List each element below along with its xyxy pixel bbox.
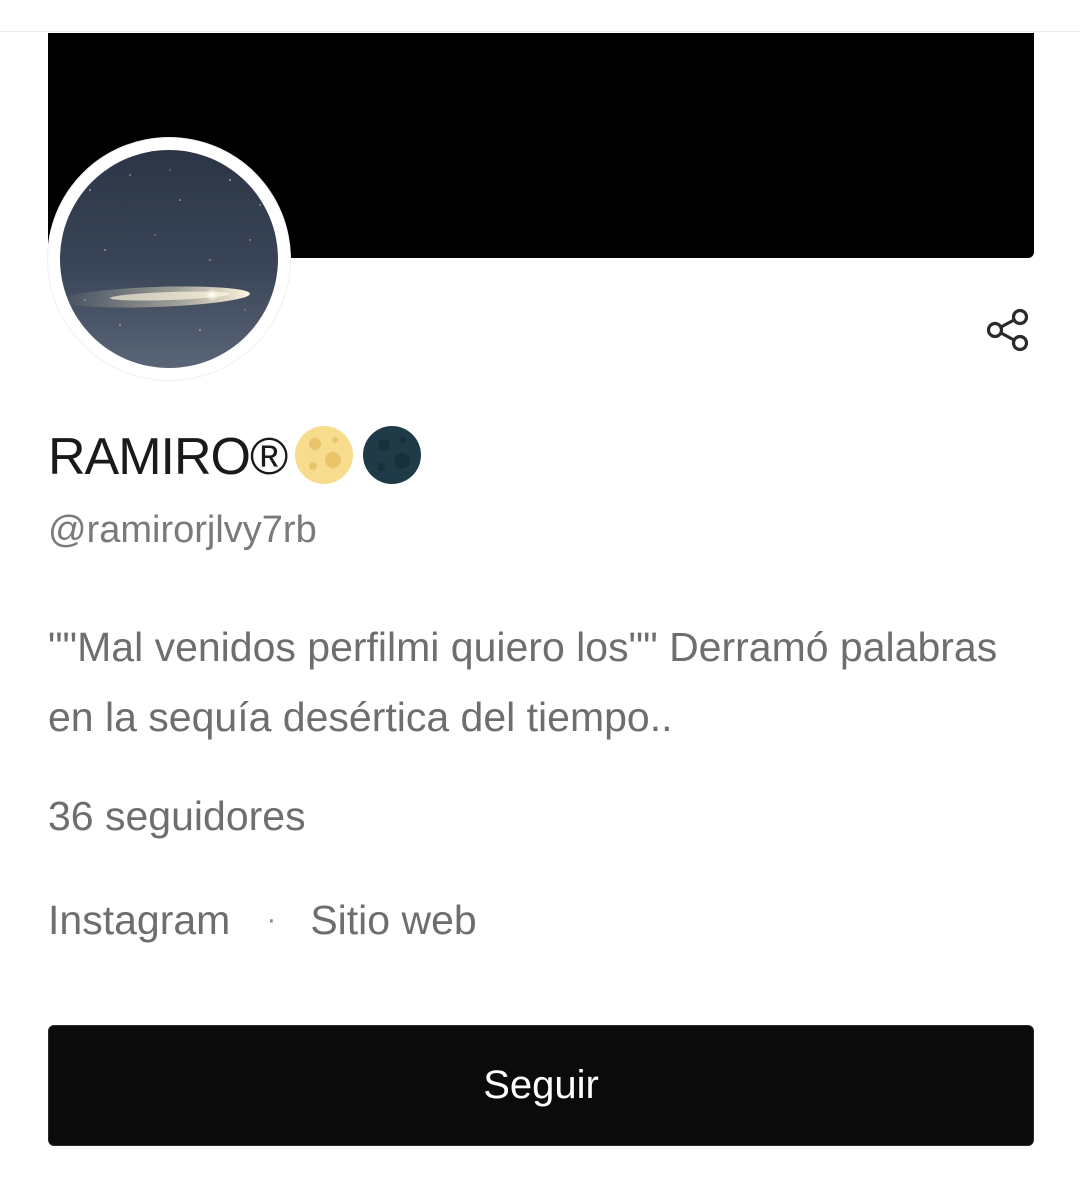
link-separator: · — [266, 903, 277, 936]
website-link[interactable]: Sitio web — [310, 897, 476, 944]
instagram-link[interactable]: Instagram — [48, 897, 230, 944]
share-icon — [985, 307, 1031, 358]
share-button[interactable] — [982, 306, 1034, 358]
full-moon-icon — [293, 424, 355, 491]
avatar-image — [60, 150, 278, 368]
profile-links: Instagram · Sitio web — [48, 892, 477, 948]
follow-button[interactable]: Seguir — [48, 1025, 1034, 1146]
top-bar — [0, 0, 1080, 32]
profile-page: RAMIRO® @ramirorjlvy7rb ""Mal venidos pe… — [0, 0, 1080, 1186]
profile-handle: @ramirorjlvy7rb — [48, 509, 317, 551]
profile-name: RAMIRO® — [48, 428, 288, 486]
avatar[interactable] — [48, 138, 290, 380]
profile-bio: ""Mal venidos perfilmi quiero los"" Derr… — [48, 624, 998, 740]
new-moon-icon — [361, 424, 423, 491]
followers-count[interactable]: 36 seguidores — [48, 788, 306, 844]
profile-name-row: RAMIRO® — [48, 422, 423, 492]
